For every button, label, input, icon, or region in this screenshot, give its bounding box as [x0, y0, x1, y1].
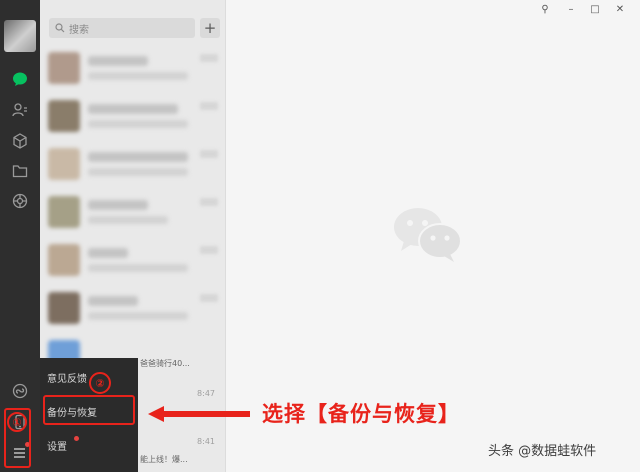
- step-1-badge: ①: [7, 412, 27, 432]
- avatar: [48, 52, 80, 84]
- list-item[interactable]: [40, 140, 225, 188]
- chat-snippet: 爸爸骑行40...: [140, 359, 190, 368]
- add-chat-button[interactable]: +: [200, 18, 220, 38]
- avatar[interactable]: [4, 20, 36, 52]
- search-icon: [55, 23, 65, 33]
- favorites-icon[interactable]: [8, 129, 32, 153]
- avatar: [48, 292, 80, 324]
- list-item[interactable]: [40, 236, 225, 284]
- arrow-left-icon: [148, 406, 250, 422]
- wechat-logo-icon: [394, 208, 462, 262]
- settings-notification-dot: [74, 436, 79, 441]
- avatar: [48, 148, 80, 180]
- maximize-button[interactable]: □: [588, 3, 602, 17]
- menu-item-feedback[interactable]: 意见反馈: [47, 370, 87, 385]
- pin-icon[interactable]: ⚲: [538, 3, 552, 17]
- watermark: 头条 @数据蛙软件: [488, 444, 597, 459]
- avatar: [48, 196, 80, 228]
- chat-icon[interactable]: [8, 67, 32, 91]
- step-2-badge: ②: [89, 372, 111, 394]
- contacts-icon[interactable]: [8, 98, 32, 122]
- list-item[interactable]: [40, 44, 225, 92]
- avatar: [48, 100, 80, 132]
- search-placeholder: 搜索: [69, 24, 89, 36]
- highlight-backup-item: [43, 395, 135, 425]
- chat-time: 8:47: [197, 389, 215, 398]
- menu-item-settings[interactable]: 设置: [47, 438, 67, 453]
- sidebar: [0, 0, 40, 472]
- moments-icon[interactable]: [8, 189, 32, 213]
- close-button[interactable]: ✕: [613, 3, 627, 17]
- search-input[interactable]: 搜索: [49, 18, 195, 38]
- chat-time: 8:41: [197, 437, 215, 446]
- minimize-button[interactable]: –: [564, 3, 578, 17]
- files-icon[interactable]: [8, 159, 32, 183]
- list-item[interactable]: [40, 92, 225, 140]
- list-item[interactable]: [40, 188, 225, 236]
- instruction-text: 选择【备份与恢复】: [262, 402, 460, 426]
- chat-snippet: 能上线！爆...: [140, 455, 188, 464]
- list-item[interactable]: [40, 284, 225, 332]
- avatar: [48, 244, 80, 276]
- miniprogram-icon[interactable]: [8, 379, 32, 403]
